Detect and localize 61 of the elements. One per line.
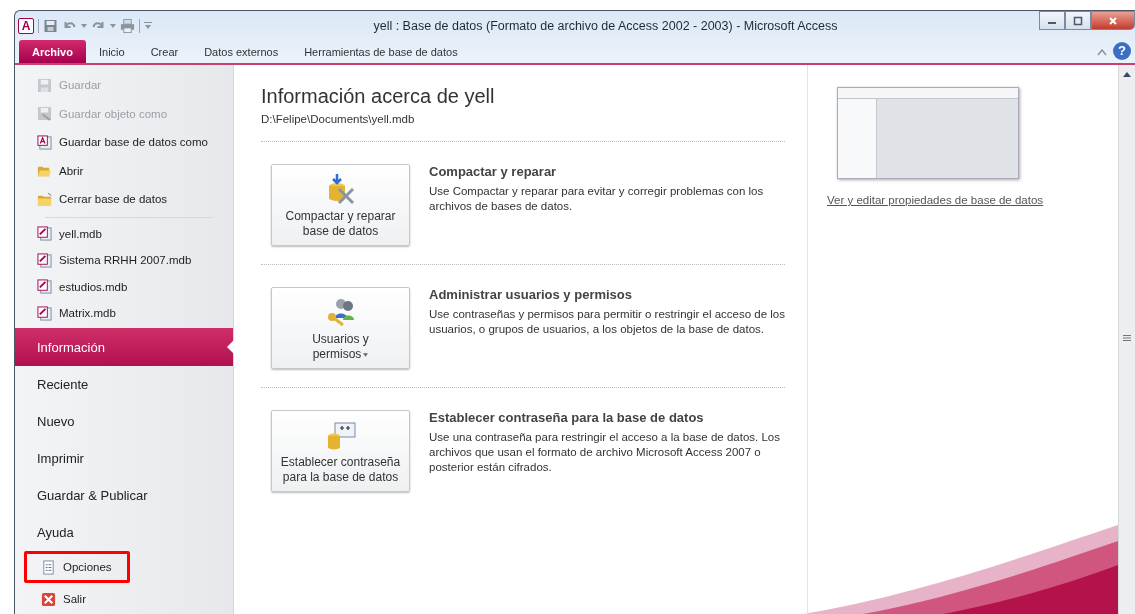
caret-icon[interactable] — [81, 23, 87, 28]
app-logo[interactable]: A — [18, 17, 34, 34]
nav-item[interactable]: Ayuda — [15, 513, 233, 551]
caret-icon[interactable] — [110, 23, 116, 28]
scroll-grip-icon — [1123, 335, 1131, 341]
section-description: Use contraseñas y permisos para permitir o restringir el acceso de los usuarios, o grupos de usuarios, a los objetos de la base de datos. — [429, 307, 785, 337]
database-file-icon — [37, 134, 52, 150]
nav-item[interactable]: Imprimir — [15, 439, 233, 477]
section-description: Use una contraseña para restringir el acceso a la base de datos. Los archivos que usan el formato de archivo Microsoft Access 2007 o posterior están cifrados. — [429, 430, 781, 475]
help-button[interactable]: ? — [1113, 42, 1131, 60]
file-path: D:\Felipe\Documents\yell.mdb — [261, 113, 785, 142]
recent-file-item[interactable]: Matrix.mdb — [15, 299, 233, 327]
properties-link[interactable]: Ver y editar propiedades de base de datos — [827, 194, 1118, 206]
nav-item[interactable]: Guardar & Publicar — [15, 476, 233, 514]
minimize-button[interactable] — [1039, 11, 1065, 30]
section-title: Establecer contraseña para la base de datos — [429, 410, 705, 425]
action-button[interactable]: Usuarios y permisos — [271, 287, 410, 369]
page-title: Información acerca de yell — [261, 85, 496, 108]
section-title: Administrar usuarios y permisos — [429, 287, 633, 302]
action-button[interactable]: Establecer contraseña para la base de datos — [271, 410, 410, 492]
ribbon-tab[interactable]: Datos externos — [191, 40, 292, 63]
collapse-ribbon-icon[interactable] — [1097, 48, 1107, 56]
caret-icon — [363, 352, 369, 357]
database-file-icon — [37, 252, 52, 268]
database-file-icon — [37, 279, 52, 295]
minimize-icon — [1048, 22, 1056, 24]
section-title: Compactar y reparar — [429, 164, 558, 179]
folder-icon — [37, 191, 52, 207]
maximize-button[interactable] — [1065, 11, 1091, 30]
document-icon — [41, 559, 56, 575]
save-as-icon — [37, 106, 52, 122]
printer-icon[interactable] — [120, 18, 135, 33]
nav-item[interactable]: Información — [15, 328, 233, 366]
section-description: Use Compactar y reparar para evitar y corregir problemas con los archivos de bases de datos. — [429, 184, 765, 214]
save-icon — [37, 77, 52, 93]
database-file-icon — [37, 305, 52, 321]
window-title: yell : Base de datos (Formato de archivo de Access 2002 - 2003) - Microsoft Access — [372, 18, 839, 33]
close-button[interactable] — [1091, 11, 1135, 30]
action-button[interactable]: Compactar y reparar base de datos — [271, 164, 410, 246]
menu-item[interactable]: Guardar base de datos como — [15, 128, 233, 157]
close-icon — [1108, 15, 1118, 26]
nav-item[interactable]: Nuevo — [15, 402, 233, 440]
recent-file-item[interactable]: Sistema RRHH 2007.mdb — [15, 246, 233, 274]
recent-file-item[interactable]: yell.mdb — [15, 220, 233, 247]
ribbon-tab[interactable]: Archivo — [19, 40, 86, 63]
maximize-icon — [1073, 15, 1083, 26]
menu-item[interactable]: Salir — [24, 583, 130, 614]
database-file-icon — [37, 226, 52, 242]
vertical-scrollbar[interactable] — [1118, 65, 1135, 614]
nav-item[interactable]: Reciente — [15, 365, 233, 403]
menu-item[interactable]: Opciones — [24, 551, 130, 583]
ribbon-tab[interactable]: Crear — [137, 40, 192, 63]
menu-item[interactable]: Cerrar base de datos — [15, 185, 233, 214]
scroll-up-icon[interactable] — [1122, 70, 1132, 78]
ribbon-tab[interactable]: Herramientas de base de datos — [291, 40, 471, 63]
customize-menu-icon[interactable] — [144, 22, 152, 29]
menu-item[interactable]: Abrir — [15, 156, 233, 185]
ribbon-tab[interactable]: Inicio — [85, 40, 138, 63]
recent-file-item[interactable]: estudios.mdb — [15, 273, 233, 300]
save-icon[interactable] — [43, 18, 58, 33]
exit-icon — [41, 591, 56, 607]
